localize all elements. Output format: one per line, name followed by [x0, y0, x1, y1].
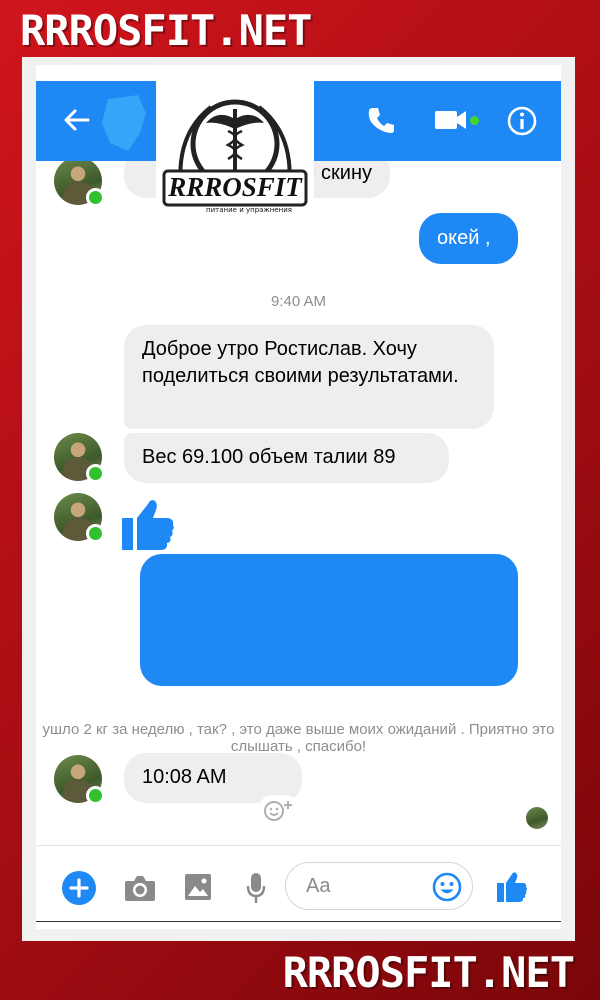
brand-watermark-bottom: RRROSFIT.NET [282, 948, 575, 997]
plus-icon[interactable] [62, 871, 96, 905]
contact-avatar[interactable] [54, 493, 105, 543]
thumbs-up-icon[interactable] [496, 870, 528, 904]
contact-avatar[interactable] [54, 157, 105, 207]
online-indicator [86, 464, 105, 483]
message-bubble-incoming[interactable]: Доброе утро Ростислав. Хочу поделиться с… [124, 325, 494, 429]
phone-icon[interactable] [366, 105, 396, 135]
microphone-icon[interactable] [246, 872, 266, 904]
arrow-left-icon[interactable] [62, 105, 92, 135]
brand-watermark-top: RRROSFIT.NET [20, 6, 312, 55]
logo-emblem-icon: RRROSFIT питание и упражнения [162, 99, 308, 214]
message-bubble-outgoing[interactable] [140, 554, 518, 686]
cropped-avatar-decoration [102, 95, 146, 151]
message-bubble-outgoing[interactable]: окей , [419, 213, 518, 264]
divider [36, 921, 561, 922]
online-indicator [86, 188, 105, 207]
online-indicator [470, 116, 479, 125]
timestamp: 9:40 AM [270, 293, 327, 310]
image-icon[interactable] [184, 873, 212, 901]
thumbs-up-icon[interactable] [120, 496, 176, 554]
logo-tagline: питание и упражнения [206, 206, 292, 214]
emoji-plus-icon [264, 801, 292, 821]
video-camera-icon[interactable] [434, 107, 468, 133]
online-indicator [86, 524, 105, 543]
timestamp: ушло 2 кг за неделю , так? , это даже вы… [42, 721, 555, 755]
online-indicator [86, 786, 105, 805]
add-reaction-button[interactable] [258, 795, 300, 825]
logo-wordmark: RRROSFIT [167, 172, 303, 202]
message-composer [36, 845, 561, 929]
info-icon[interactable] [506, 105, 538, 137]
contact-avatar[interactable] [54, 755, 105, 805]
phone-frame: и скину окей , 9:40 AM Доброе утро Рости… [22, 57, 575, 941]
emoji-icon[interactable] [432, 872, 462, 902]
read-receipt-avatar [526, 807, 548, 829]
message-bubble-incoming[interactable]: Вес 69.100 объем талии 89 [124, 433, 449, 483]
messenger-screen: и скину окей , 9:40 AM Доброе утро Рости… [36, 65, 561, 929]
contact-avatar[interactable] [54, 433, 105, 483]
camera-icon[interactable] [124, 874, 156, 902]
brand-logo: RRROSFIT питание и упражнения [156, 79, 314, 236]
